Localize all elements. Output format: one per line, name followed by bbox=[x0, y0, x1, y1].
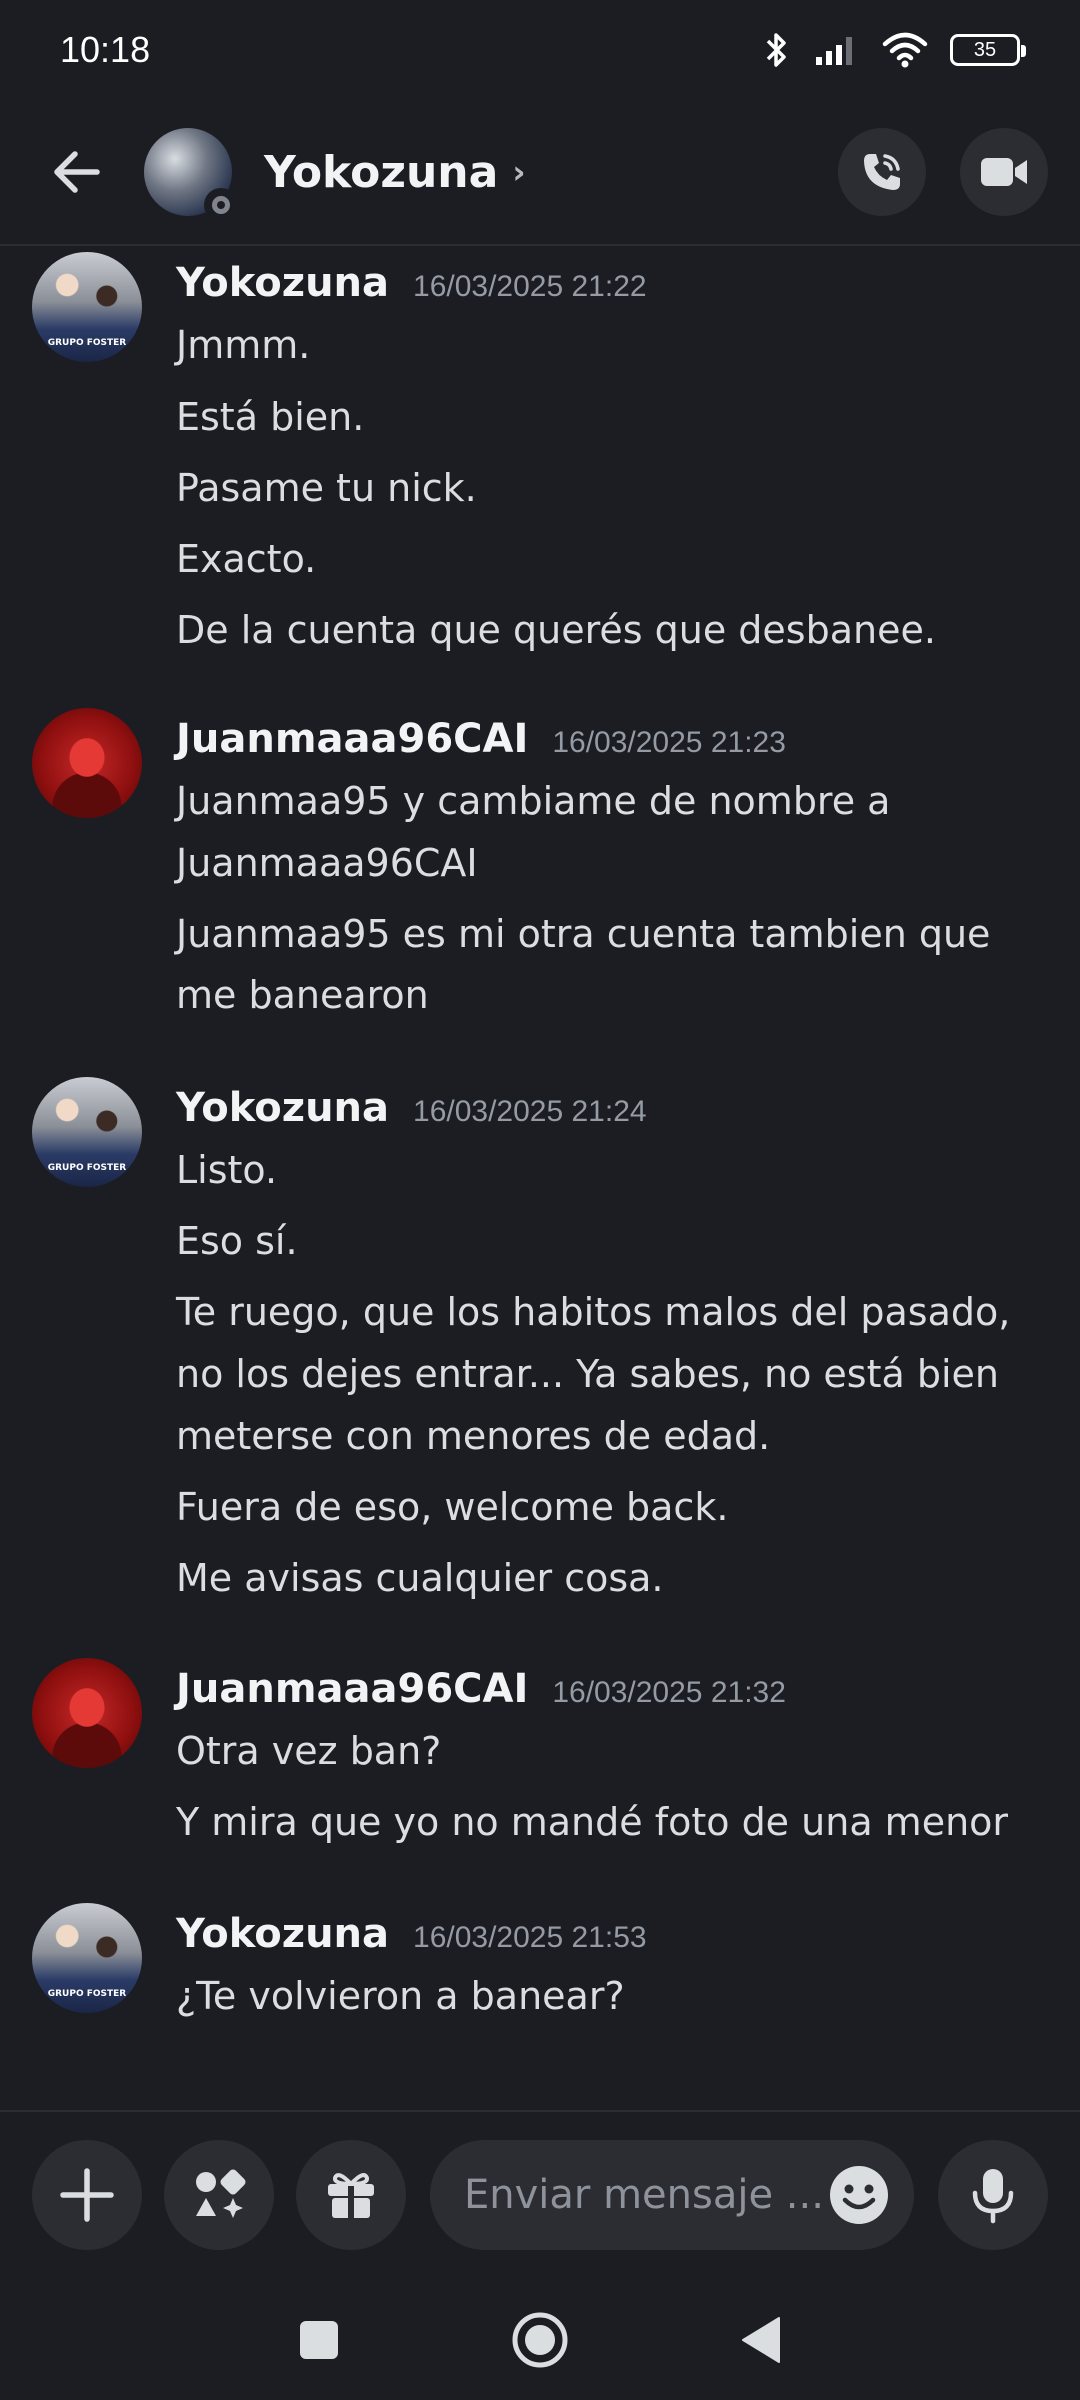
header-avatar[interactable] bbox=[144, 128, 238, 222]
message-header: Juanmaaa96CAI 16/03/2025 21:23 bbox=[176, 716, 786, 762]
message-composer bbox=[0, 2110, 1080, 2280]
message-timestamp: 16/03/2025 21:24 bbox=[413, 1095, 647, 1128]
message-header: Yokozuna 16/03/2025 21:22 bbox=[176, 260, 647, 306]
add-attachment-button[interactable] bbox=[32, 2140, 142, 2250]
system-navigation-bar bbox=[0, 2280, 1080, 2400]
battery-indicator: 35 bbox=[950, 34, 1026, 66]
emoji-button[interactable] bbox=[828, 2164, 890, 2226]
gift-icon bbox=[328, 2173, 374, 2218]
arrow-left-icon bbox=[54, 151, 100, 193]
back-button[interactable] bbox=[32, 127, 122, 217]
yokozuna-avatar[interactable] bbox=[32, 1077, 142, 1187]
author-name[interactable]: Yokozuna bbox=[176, 1085, 389, 1131]
message-text[interactable]: Está bien. bbox=[176, 386, 1036, 448]
message-text[interactable]: De la cuenta que querés que desbanee. bbox=[176, 599, 1036, 661]
message-timestamp: 16/03/2025 21:32 bbox=[552, 1676, 786, 1709]
message-input-container[interactable] bbox=[430, 2140, 914, 2250]
status-time: 10:18 bbox=[60, 29, 151, 70]
yokozuna-avatar[interactable] bbox=[32, 252, 142, 362]
message-header: Juanmaaa96CAI 16/03/2025 21:32 bbox=[176, 1666, 786, 1712]
back-triangle-icon[interactable] bbox=[739, 2315, 783, 2365]
message-text[interactable]: Me avisas cualquier cosa. bbox=[176, 1547, 1036, 1609]
message-header: Yokozuna 16/03/2025 21:24 bbox=[176, 1085, 647, 1131]
message-input[interactable] bbox=[464, 2172, 828, 2218]
author-name[interactable]: Yokozuna bbox=[176, 1911, 389, 1957]
message-text[interactable]: me banearon bbox=[176, 964, 1036, 1026]
status-bar: 10:18 35 bbox=[0, 0, 1080, 100]
status-icons: 35 bbox=[762, 30, 1026, 70]
message-header: Yokozuna 16/03/2025 21:53 bbox=[176, 1911, 647, 1957]
message-text[interactable]: Eso sí. bbox=[176, 1210, 1036, 1272]
voice-call-button[interactable] bbox=[838, 128, 926, 216]
message-text[interactable]: Y mira que yo no mandé foto de una menor bbox=[176, 1791, 1036, 1853]
message-group: Yokozuna 16/03/2025 21:53 ¿Te volvieron … bbox=[0, 1903, 1080, 2043]
smiley-icon bbox=[830, 2166, 888, 2224]
message-text[interactable]: Fuera de eso, welcome back. bbox=[176, 1476, 1036, 1538]
message-text[interactable]: Juanmaa95 y cambiame de nombre a bbox=[176, 770, 1036, 832]
apps-icon bbox=[196, 2169, 246, 2218]
phone-icon bbox=[864, 154, 900, 190]
bluetooth-icon bbox=[766, 33, 786, 67]
message-text[interactable]: ¿Te volvieron a banear? bbox=[176, 1965, 1036, 2027]
chat-header: Yokozuna › bbox=[0, 100, 1080, 246]
battery-level: 35 bbox=[973, 38, 997, 61]
message-timestamp: 16/03/2025 21:53 bbox=[413, 1921, 647, 1954]
voice-message-button[interactable] bbox=[938, 2140, 1048, 2250]
signal-icon bbox=[816, 37, 852, 65]
message-timestamp: 16/03/2025 21:23 bbox=[552, 726, 786, 759]
video-call-button[interactable] bbox=[960, 128, 1048, 216]
gift-button[interactable] bbox=[296, 2140, 406, 2250]
message-text[interactable]: Te ruego, que los habitos malos del pasa… bbox=[176, 1281, 1036, 1343]
wifi-icon bbox=[882, 32, 928, 68]
home-icon[interactable] bbox=[511, 2311, 569, 2369]
recent-apps-icon[interactable] bbox=[297, 2318, 341, 2362]
message-list[interactable]: Yokozuna 16/03/2025 21:22 Jmmm. Está bie… bbox=[0, 246, 1080, 2110]
message-text[interactable]: Pasame tu nick. bbox=[176, 457, 1036, 519]
message-text[interactable]: Jmmm. bbox=[176, 314, 1036, 376]
juanmaaa-avatar[interactable] bbox=[32, 708, 142, 818]
message-text[interactable]: no los dejes entrar... Ya sabes, no está… bbox=[176, 1343, 1036, 1405]
author-name[interactable]: Yokozuna bbox=[176, 260, 389, 306]
author-name[interactable]: Juanmaaa96CAI bbox=[176, 1666, 528, 1712]
juanmaaa-avatar[interactable] bbox=[32, 1658, 142, 1768]
message-text[interactable]: Otra vez ban? bbox=[176, 1720, 1036, 1782]
microphone-icon bbox=[972, 2169, 1014, 2224]
message-text[interactable]: Listo. bbox=[176, 1139, 1036, 1201]
message-text[interactable]: Exacto. bbox=[176, 528, 1036, 590]
message-group: Juanmaaa96CAI 16/03/2025 21:23 Juanmaa95… bbox=[0, 708, 1080, 1018]
chevron-right-icon: › bbox=[512, 153, 526, 191]
offline-status-icon bbox=[204, 188, 238, 222]
message-group: Yokozuna 16/03/2025 21:22 Jmmm. Está bie… bbox=[0, 252, 1080, 672]
chat-title[interactable]: Yokozuna › bbox=[264, 147, 804, 198]
video-camera-icon bbox=[981, 158, 1027, 186]
message-group: Juanmaaa96CAI 16/03/2025 21:32 Otra vez … bbox=[0, 1658, 1080, 1858]
message-timestamp: 16/03/2025 21:22 bbox=[413, 270, 647, 303]
message-text[interactable]: Juanmaa95 es mi otra cuenta tambien que bbox=[176, 903, 1036, 965]
chat-title-text: Yokozuna bbox=[264, 146, 499, 198]
message-group: Yokozuna 16/03/2025 21:24 Listo. Eso sí.… bbox=[0, 1077, 1080, 1617]
plus-icon bbox=[60, 2168, 114, 2222]
author-name[interactable]: Juanmaaa96CAI bbox=[176, 716, 528, 762]
message-text[interactable]: Juanmaaa96CAI bbox=[176, 832, 1036, 894]
message-text[interactable]: meterse con menores de edad. bbox=[176, 1405, 1036, 1467]
yokozuna-avatar[interactable] bbox=[32, 1903, 142, 2013]
apps-button[interactable] bbox=[164, 2140, 274, 2250]
